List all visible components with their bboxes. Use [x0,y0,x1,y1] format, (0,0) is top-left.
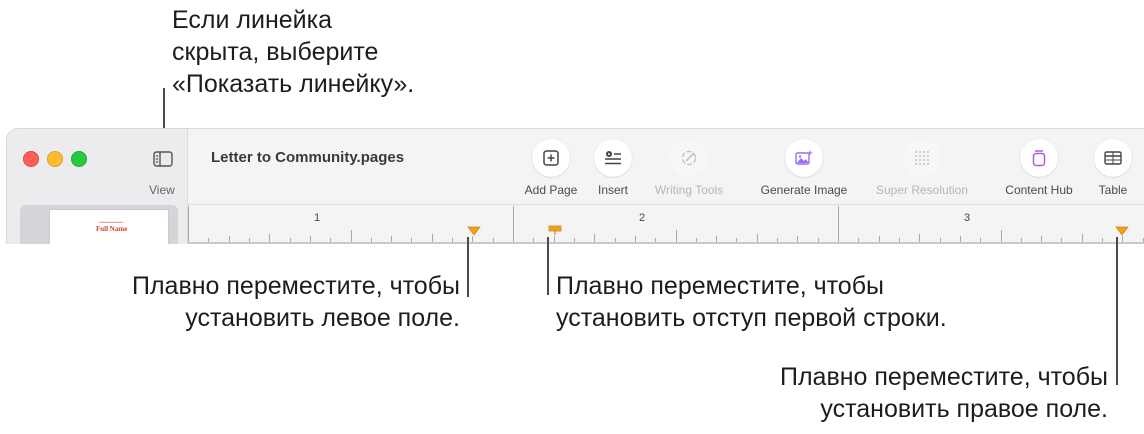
callout-line: установить отступ первой строки. [556,304,947,332]
add-page-icon [532,139,570,177]
callout-line: скрыта, выберите [172,38,379,66]
callout-line: «Показать линейку». [172,70,415,98]
leader-line-right-margin [1116,237,1118,385]
pages-window: View ▬▬▬▬▬▬ Full Name Letter to Communit… [6,128,1144,244]
callout-show-ruler: Если линейка скрыта, выберите «Показать … [172,4,414,100]
page-thumbnail[interactable]: ▬▬▬▬▬▬ Full Name [20,205,178,244]
generate-image-icon [785,139,823,177]
ruler-number-3: 3 [964,212,971,224]
tool-label: Generate Image [760,183,848,197]
callout-line: Плавно переместите, чтобы [779,363,1108,391]
callout-line: Плавно переместите, чтобы [131,272,460,300]
ruler-number-2: 2 [639,212,646,224]
ruler-base [188,242,1144,244]
callout-line: Плавно переместите, чтобы [556,272,885,300]
view-label: View [149,183,175,197]
leader-line-left-margin [467,237,469,297]
content-hub-icon [1020,139,1058,177]
super-resolution-icon [903,139,941,177]
writing-tools-icon [670,139,708,177]
document-title: Letter to Community.pages [211,149,405,166]
callout-line: установить правое поле. [820,395,1108,423]
insert-icon [594,139,632,177]
thumbnail-name: Full Name [96,225,128,233]
thumbnail-page: ▬▬▬▬▬▬ Full Name [50,210,168,244]
callout-right-margin: Плавно переместите, чтобы установить пра… [780,361,1108,425]
tool-label: Table [1098,183,1128,197]
close-button[interactable] [23,151,39,167]
tool-label: Super Resolution [875,183,969,197]
callout-left-margin: Плавно переместите, чтобы установить лев… [132,270,460,334]
callout-line: установить левое поле. [185,304,460,332]
leader-line-first-indent [547,237,549,295]
ruler: 1 2 3 [188,204,1144,244]
first-line-indent-marker[interactable] [548,225,562,235]
callout-first-indent: Плавно переместите, чтобы установить отс… [556,270,947,334]
ruler-ticks [188,206,1144,242]
tool-label: Writing Tools [654,183,724,197]
ruler-number-1: 1 [314,212,321,224]
callout-line: Если линейка [172,6,333,34]
zoom-button[interactable] [71,151,87,167]
table-icon [1094,139,1132,177]
left-margin-marker[interactable] [467,226,481,236]
right-margin-marker[interactable] [1115,226,1129,236]
thumbnail-subtext: ▬▬▬▬▬▬ [99,219,123,224]
minimize-button[interactable] [47,151,63,167]
sidebar: View ▬▬▬▬▬▬ Full Name [7,129,188,244]
view-sidebar-icon[interactable] [153,151,173,167]
